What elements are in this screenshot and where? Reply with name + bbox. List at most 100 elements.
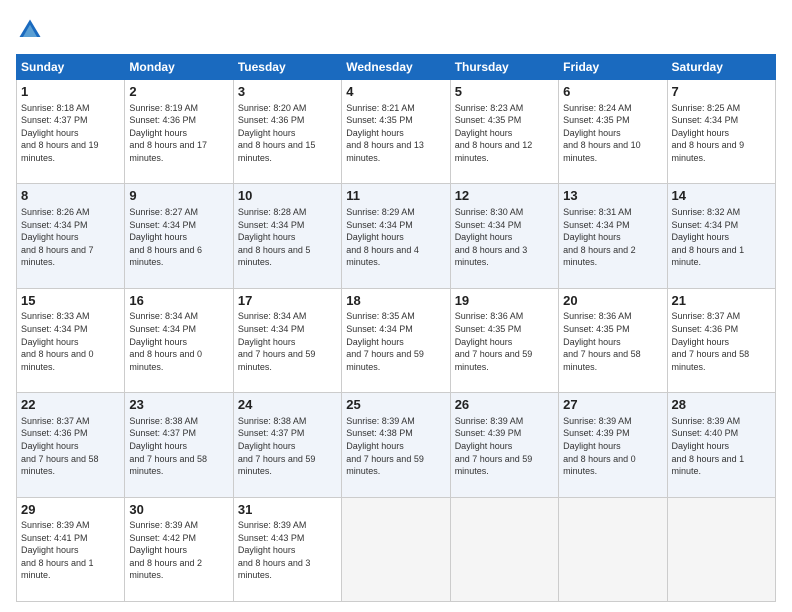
day-number: 22 — [21, 396, 120, 414]
calendar-header-wednesday: Wednesday — [342, 55, 450, 80]
calendar-day-cell: 24Sunrise: 8:38 AMSunset: 4:37 PMDayligh… — [233, 393, 341, 497]
calendar-week-row: 15Sunrise: 8:33 AMSunset: 4:34 PMDayligh… — [17, 288, 776, 392]
calendar-day-cell: 12Sunrise: 8:30 AMSunset: 4:34 PMDayligh… — [450, 184, 558, 288]
calendar-day-cell: 11Sunrise: 8:29 AMSunset: 4:34 PMDayligh… — [342, 184, 450, 288]
calendar-header-sunday: Sunday — [17, 55, 125, 80]
day-number: 15 — [21, 292, 120, 310]
day-number: 29 — [21, 501, 120, 519]
calendar-day-cell — [450, 497, 558, 601]
calendar-day-cell: 6Sunrise: 8:24 AMSunset: 4:35 PMDaylight… — [559, 80, 667, 184]
day-info: Sunrise: 8:30 AMSunset: 4:34 PMDaylight … — [455, 206, 554, 269]
calendar-week-row: 1Sunrise: 8:18 AMSunset: 4:37 PMDaylight… — [17, 80, 776, 184]
day-number: 30 — [129, 501, 228, 519]
calendar-day-cell: 28Sunrise: 8:39 AMSunset: 4:40 PMDayligh… — [667, 393, 775, 497]
day-info: Sunrise: 8:39 AMSunset: 4:38 PMDaylight … — [346, 415, 445, 478]
day-info: Sunrise: 8:20 AMSunset: 4:36 PMDaylight … — [238, 102, 337, 165]
day-number: 19 — [455, 292, 554, 310]
day-number: 18 — [346, 292, 445, 310]
day-number: 17 — [238, 292, 337, 310]
day-info: Sunrise: 8:37 AMSunset: 4:36 PMDaylight … — [672, 310, 771, 373]
day-info: Sunrise: 8:39 AMSunset: 4:41 PMDaylight … — [21, 519, 120, 582]
day-info: Sunrise: 8:39 AMSunset: 4:40 PMDaylight … — [672, 415, 771, 478]
calendar-day-cell: 3Sunrise: 8:20 AMSunset: 4:36 PMDaylight… — [233, 80, 341, 184]
day-info: Sunrise: 8:24 AMSunset: 4:35 PMDaylight … — [563, 102, 662, 165]
calendar-day-cell: 5Sunrise: 8:23 AMSunset: 4:35 PMDaylight… — [450, 80, 558, 184]
calendar-day-cell — [667, 497, 775, 601]
day-number: 14 — [672, 187, 771, 205]
day-number: 3 — [238, 83, 337, 101]
day-number: 7 — [672, 83, 771, 101]
calendar-header-row: SundayMondayTuesdayWednesdayThursdayFrid… — [17, 55, 776, 80]
day-number: 11 — [346, 187, 445, 205]
calendar-header-monday: Monday — [125, 55, 233, 80]
calendar-day-cell: 19Sunrise: 8:36 AMSunset: 4:35 PMDayligh… — [450, 288, 558, 392]
calendar-header-saturday: Saturday — [667, 55, 775, 80]
calendar-week-row: 8Sunrise: 8:26 AMSunset: 4:34 PMDaylight… — [17, 184, 776, 288]
calendar-week-row: 22Sunrise: 8:37 AMSunset: 4:36 PMDayligh… — [17, 393, 776, 497]
calendar-day-cell: 14Sunrise: 8:32 AMSunset: 4:34 PMDayligh… — [667, 184, 775, 288]
calendar-day-cell: 16Sunrise: 8:34 AMSunset: 4:34 PMDayligh… — [125, 288, 233, 392]
calendar-day-cell: 20Sunrise: 8:36 AMSunset: 4:35 PMDayligh… — [559, 288, 667, 392]
calendar-day-cell: 21Sunrise: 8:37 AMSunset: 4:36 PMDayligh… — [667, 288, 775, 392]
day-number: 31 — [238, 501, 337, 519]
day-number: 5 — [455, 83, 554, 101]
logo-icon — [16, 16, 44, 44]
day-info: Sunrise: 8:36 AMSunset: 4:35 PMDaylight … — [563, 310, 662, 373]
calendar-day-cell: 9Sunrise: 8:27 AMSunset: 4:34 PMDaylight… — [125, 184, 233, 288]
day-info: Sunrise: 8:39 AMSunset: 4:39 PMDaylight … — [455, 415, 554, 478]
calendar-day-cell: 8Sunrise: 8:26 AMSunset: 4:34 PMDaylight… — [17, 184, 125, 288]
calendar-day-cell: 2Sunrise: 8:19 AMSunset: 4:36 PMDaylight… — [125, 80, 233, 184]
day-info: Sunrise: 8:39 AMSunset: 4:39 PMDaylight … — [563, 415, 662, 478]
day-number: 10 — [238, 187, 337, 205]
calendar-header-thursday: Thursday — [450, 55, 558, 80]
day-info: Sunrise: 8:32 AMSunset: 4:34 PMDaylight … — [672, 206, 771, 269]
calendar-table: SundayMondayTuesdayWednesdayThursdayFrid… — [16, 54, 776, 602]
day-info: Sunrise: 8:28 AMSunset: 4:34 PMDaylight … — [238, 206, 337, 269]
day-info: Sunrise: 8:27 AMSunset: 4:34 PMDaylight … — [129, 206, 228, 269]
logo — [16, 16, 48, 44]
day-number: 1 — [21, 83, 120, 101]
day-number: 28 — [672, 396, 771, 414]
day-number: 20 — [563, 292, 662, 310]
calendar-day-cell: 27Sunrise: 8:39 AMSunset: 4:39 PMDayligh… — [559, 393, 667, 497]
calendar-day-cell: 31Sunrise: 8:39 AMSunset: 4:43 PMDayligh… — [233, 497, 341, 601]
day-number: 2 — [129, 83, 228, 101]
day-info: Sunrise: 8:36 AMSunset: 4:35 PMDaylight … — [455, 310, 554, 373]
day-info: Sunrise: 8:26 AMSunset: 4:34 PMDaylight … — [21, 206, 120, 269]
calendar-day-cell: 30Sunrise: 8:39 AMSunset: 4:42 PMDayligh… — [125, 497, 233, 601]
day-info: Sunrise: 8:23 AMSunset: 4:35 PMDaylight … — [455, 102, 554, 165]
day-number: 6 — [563, 83, 662, 101]
calendar-header-friday: Friday — [559, 55, 667, 80]
day-number: 23 — [129, 396, 228, 414]
day-info: Sunrise: 8:19 AMSunset: 4:36 PMDaylight … — [129, 102, 228, 165]
day-info: Sunrise: 8:34 AMSunset: 4:34 PMDaylight … — [129, 310, 228, 373]
day-info: Sunrise: 8:39 AMSunset: 4:42 PMDaylight … — [129, 519, 228, 582]
calendar-day-cell: 22Sunrise: 8:37 AMSunset: 4:36 PMDayligh… — [17, 393, 125, 497]
day-number: 8 — [21, 187, 120, 205]
day-info: Sunrise: 8:18 AMSunset: 4:37 PMDaylight … — [21, 102, 120, 165]
day-number: 12 — [455, 187, 554, 205]
day-info: Sunrise: 8:34 AMSunset: 4:34 PMDaylight … — [238, 310, 337, 373]
day-number: 4 — [346, 83, 445, 101]
day-info: Sunrise: 8:39 AMSunset: 4:43 PMDaylight … — [238, 519, 337, 582]
day-number: 27 — [563, 396, 662, 414]
calendar-day-cell — [559, 497, 667, 601]
calendar-day-cell: 25Sunrise: 8:39 AMSunset: 4:38 PMDayligh… — [342, 393, 450, 497]
day-info: Sunrise: 8:38 AMSunset: 4:37 PMDaylight … — [238, 415, 337, 478]
day-number: 13 — [563, 187, 662, 205]
calendar-day-cell: 26Sunrise: 8:39 AMSunset: 4:39 PMDayligh… — [450, 393, 558, 497]
day-info: Sunrise: 8:35 AMSunset: 4:34 PMDaylight … — [346, 310, 445, 373]
calendar-day-cell: 15Sunrise: 8:33 AMSunset: 4:34 PMDayligh… — [17, 288, 125, 392]
day-number: 25 — [346, 396, 445, 414]
calendar-day-cell: 7Sunrise: 8:25 AMSunset: 4:34 PMDaylight… — [667, 80, 775, 184]
day-info: Sunrise: 8:33 AMSunset: 4:34 PMDaylight … — [21, 310, 120, 373]
day-number: 21 — [672, 292, 771, 310]
calendar-week-row: 29Sunrise: 8:39 AMSunset: 4:41 PMDayligh… — [17, 497, 776, 601]
day-number: 9 — [129, 187, 228, 205]
day-number: 24 — [238, 396, 337, 414]
day-info: Sunrise: 8:29 AMSunset: 4:34 PMDaylight … — [346, 206, 445, 269]
calendar-header-tuesday: Tuesday — [233, 55, 341, 80]
calendar-day-cell — [342, 497, 450, 601]
calendar-day-cell: 17Sunrise: 8:34 AMSunset: 4:34 PMDayligh… — [233, 288, 341, 392]
calendar-day-cell: 1Sunrise: 8:18 AMSunset: 4:37 PMDaylight… — [17, 80, 125, 184]
